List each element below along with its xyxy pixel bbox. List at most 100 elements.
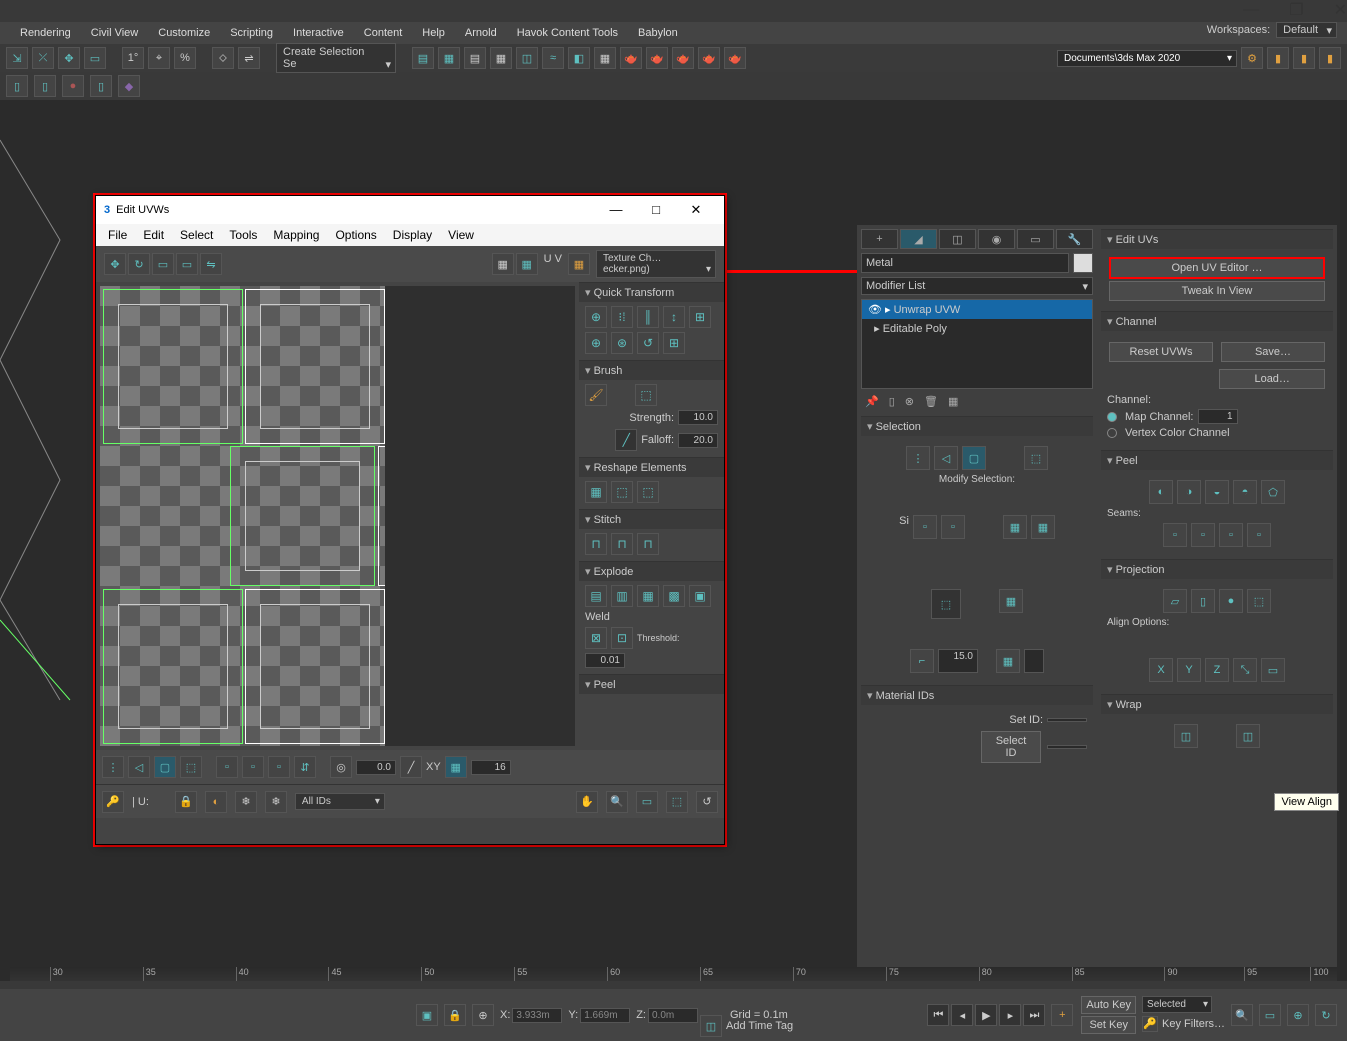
zoom-icon[interactable]: 🔍: [606, 791, 628, 813]
planar-proj-icon[interactable]: ▱: [1163, 589, 1187, 613]
wrap-icon[interactable]: ◫: [1236, 724, 1260, 748]
angle-spinner[interactable]: 0.0: [356, 760, 396, 775]
stitch-icon[interactable]: ⊓: [585, 533, 607, 555]
hierarchy-tab-icon[interactable]: ◫: [939, 229, 976, 249]
render-setup-icon[interactable]: 🫖: [620, 47, 642, 69]
wrap-header[interactable]: Wrap: [1101, 695, 1333, 714]
soft-icon[interactable]: ◐: [205, 791, 227, 813]
reshape-icon[interactable]: ▦: [585, 481, 607, 503]
lock-icon[interactable]: 🔒: [175, 791, 197, 813]
stack-editable-poly[interactable]: ▸ Editable Poly: [862, 319, 1092, 338]
loop-icon[interactable]: ▦: [1031, 515, 1055, 539]
peel-icon[interactable]: ◐: [1149, 480, 1173, 504]
y-input[interactable]: [580, 1008, 630, 1023]
selmode-icon[interactable]: ▫: [268, 756, 290, 778]
render-icon[interactable]: 🫖: [672, 47, 694, 69]
timeline[interactable]: 30 35 40 45 50 55 60 65 70 75 80 85 90 9…: [10, 959, 1337, 989]
align-y-button[interactable]: Y: [1177, 658, 1201, 682]
stitch-icon[interactable]: ⊓: [637, 533, 659, 555]
nav-icon[interactable]: ↻: [1315, 1004, 1337, 1026]
schematic-icon[interactable]: ◧: [568, 47, 590, 69]
material-ids-header[interactable]: Material IDs: [861, 686, 1093, 705]
menu-help[interactable]: Help: [412, 27, 455, 39]
uvw-move-icon[interactable]: ✥: [104, 253, 126, 275]
uvw-menu-display[interactable]: Display: [385, 228, 440, 242]
align-view-icon[interactable]: ▭: [1261, 658, 1285, 682]
seam-icon[interactable]: ▫: [1191, 523, 1215, 547]
toggle-icon[interactable]: ▦: [490, 47, 512, 69]
shrink-icon[interactable]: ▫: [941, 515, 965, 539]
nav-icon[interactable]: ⊕: [1287, 1004, 1309, 1026]
edge-mode-icon[interactable]: ◁: [128, 756, 150, 778]
tool-c-icon[interactable]: ●: [62, 75, 84, 97]
display-tab-icon[interactable]: ▭: [1017, 229, 1054, 249]
minimize-button[interactable]: —: [1243, 1, 1259, 19]
lock-icon[interactable]: 🔒: [444, 1004, 466, 1026]
explode-icon[interactable]: ▣: [689, 585, 711, 607]
set-id-spinner[interactable]: [1047, 718, 1087, 722]
uvw-freeform-icon[interactable]: ▭: [176, 253, 198, 275]
reshape-icon[interactable]: ⬚: [611, 481, 633, 503]
element-icon[interactable]: ⬚: [1024, 446, 1048, 470]
uvw-rotate-icon[interactable]: ↻: [128, 253, 150, 275]
motion-tab-icon[interactable]: ◉: [978, 229, 1015, 249]
sel-id-spinner[interactable]: [1024, 649, 1044, 673]
reshape-header[interactable]: Reshape Elements: [579, 458, 724, 477]
layer2-icon[interactable]: ▮: [1293, 47, 1315, 69]
menu-babylon[interactable]: Babylon: [628, 27, 688, 39]
menu-customize[interactable]: Customize: [148, 27, 220, 39]
nav-icon[interactable]: ▭: [1259, 1004, 1281, 1026]
explode-header[interactable]: Explode: [579, 562, 724, 581]
vertex-mode-icon[interactable]: ⋮: [102, 756, 124, 778]
object-name-input[interactable]: [861, 253, 1069, 273]
explode-icon[interactable]: ▩: [663, 585, 685, 607]
uvw-titlebar[interactable]: 3 Edit UVWs — □ ✕: [96, 196, 724, 224]
strength-spinner[interactable]: 10.0: [678, 410, 718, 425]
key-mode-icon[interactable]: +: [1051, 1004, 1073, 1026]
delete-icon[interactable]: 🗑: [924, 395, 938, 408]
align2-icon[interactable]: ▦: [438, 47, 460, 69]
peel-header[interactable]: Peel: [579, 675, 724, 694]
stitch-icon[interactable]: ⊓: [611, 533, 633, 555]
relax-icon[interactable]: ⬚: [635, 384, 657, 406]
explode-icon[interactable]: ▥: [611, 585, 633, 607]
x-input[interactable]: [512, 1008, 562, 1023]
selection-icon[interactable]: ▭: [84, 47, 106, 69]
vertex-color-radio[interactable]: [1107, 428, 1117, 438]
paint-icon[interactable]: 🖌: [585, 384, 607, 406]
uvw-menu-edit[interactable]: Edit: [135, 228, 172, 242]
selection-set-dropdown[interactable]: Create Selection Se: [276, 43, 396, 73]
sphere-proj-icon[interactable]: ●: [1219, 589, 1243, 613]
next-frame-icon[interactable]: ▸: [999, 1004, 1021, 1026]
tool-b-icon[interactable]: ▯: [34, 75, 56, 97]
seam-icon[interactable]: ▫: [1219, 523, 1243, 547]
qt-icon[interactable]: ║: [637, 306, 659, 328]
utilities-tab-icon[interactable]: 🔧: [1056, 229, 1093, 249]
add-time-tag[interactable]: Add Time Tag: [726, 1020, 793, 1032]
axis-icon[interactable]: ⬦: [212, 47, 234, 69]
uvw-menu-tools[interactable]: Tools: [221, 228, 265, 242]
autokey-button[interactable]: Auto Key: [1081, 996, 1136, 1014]
load-button[interactable]: Load…: [1219, 369, 1325, 389]
tool-e-icon[interactable]: ◆: [118, 75, 140, 97]
show-icon[interactable]: ▯: [889, 395, 895, 408]
play-icon[interactable]: ▶: [975, 1004, 997, 1026]
map-channel-radio[interactable]: [1107, 412, 1117, 422]
face-mode-icon[interactable]: ▢: [154, 756, 176, 778]
menu-arnold[interactable]: Arnold: [455, 27, 507, 39]
grid-spinner[interactable]: 16: [471, 760, 511, 775]
uvw-close-button[interactable]: ✕: [676, 202, 716, 218]
uvw-mirror-icon[interactable]: ⇋: [200, 253, 222, 275]
mirror-icon[interactable]: ⇌: [238, 47, 260, 69]
falloff-spinner[interactable]: 20.0: [678, 433, 718, 448]
goto-end-icon[interactable]: ⏭: [1023, 1004, 1045, 1026]
stitch-header[interactable]: Stitch: [579, 510, 724, 529]
zoom-sel-icon[interactable]: ⬚: [666, 791, 688, 813]
layer3-icon[interactable]: ▮: [1319, 47, 1341, 69]
explode-icon[interactable]: ▤: [585, 585, 607, 607]
render-last-icon[interactable]: 🫖: [698, 47, 720, 69]
layers-icon[interactable]: ▤: [464, 47, 486, 69]
tool-d-icon[interactable]: ▯: [90, 75, 112, 97]
uvw-menu-file[interactable]: File: [100, 228, 135, 242]
selmode-icon[interactable]: ▫: [242, 756, 264, 778]
